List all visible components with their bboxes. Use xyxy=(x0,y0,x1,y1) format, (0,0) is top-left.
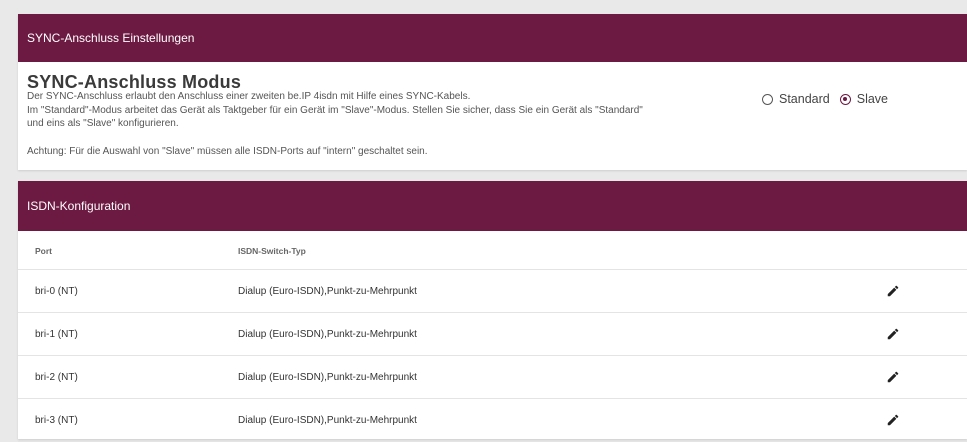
isdn-config-panel: ISDN-Konfiguration Port ISDN-Switch-Typ … xyxy=(18,181,967,442)
row-switch-type: Dialup (Euro-ISDN),Punkt-zu-Mehrpunkt xyxy=(238,285,417,297)
sync-settings-panel: SYNC-Anschluss Einstellungen SYNC-Anschl… xyxy=(18,14,967,170)
row-port: bri-1 (NT) xyxy=(35,328,78,340)
edit-button[interactable] xyxy=(884,282,902,300)
row-switch-type: Dialup (Euro-ISDN),Punkt-zu-Mehrpunkt xyxy=(238,328,417,340)
sync-panel-body: SYNC-Anschluss Modus Der SYNC-Anschluss … xyxy=(18,62,967,170)
edit-button[interactable] xyxy=(884,325,902,343)
sync-mode-description: Der SYNC-Anschluss erlaubt den Anschluss… xyxy=(27,90,647,131)
table-row: bri-3 (NT) Dialup (Euro-ISDN),Punkt-zu-M… xyxy=(18,399,967,442)
table-row: bri-2 (NT) Dialup (Euro-ISDN),Punkt-zu-M… xyxy=(18,356,967,399)
row-switch-type: Dialup (Euro-ISDN),Punkt-zu-Mehrpunkt xyxy=(238,414,417,426)
edit-button[interactable] xyxy=(884,411,902,429)
table-header-row: Port ISDN-Switch-Typ xyxy=(18,233,967,270)
pencil-icon[interactable] xyxy=(886,413,900,427)
edit-button[interactable] xyxy=(884,368,902,386)
sync-desc-line2: Im "Standard"-Modus arbeitet das Gerät a… xyxy=(27,104,643,130)
table-row: bri-1 (NT) Dialup (Euro-ISDN),Punkt-zu-M… xyxy=(18,313,967,356)
row-switch-type: Dialup (Euro-ISDN),Punkt-zu-Mehrpunkt xyxy=(238,371,417,383)
radio-slave-label[interactable]: Slave xyxy=(857,92,888,106)
isdn-panel-title: ISDN-Konfiguration xyxy=(27,199,131,213)
radio-slave[interactable]: Slave xyxy=(839,92,888,106)
sync-mode-radio-group: Standard Slave xyxy=(762,92,898,106)
sync-panel-title: SYNC-Anschluss Einstellungen xyxy=(27,31,195,45)
table-row: bri-0 (NT) Dialup (Euro-ISDN),Punkt-zu-M… xyxy=(18,270,967,313)
radio-standard-label[interactable]: Standard xyxy=(779,92,830,106)
row-port: bri-3 (NT) xyxy=(35,414,78,426)
pencil-icon[interactable] xyxy=(886,284,900,298)
sync-mode-warning: Achtung: Für die Auswahl von "Slave" müs… xyxy=(27,146,428,157)
sync-desc-line1: Der SYNC-Anschluss erlaubt den Anschluss… xyxy=(27,91,471,102)
row-port: bri-0 (NT) xyxy=(35,285,78,297)
radio-standard-circle[interactable] xyxy=(762,93,773,105)
column-header-switch-type: ISDN-Switch-Typ xyxy=(238,246,306,256)
sync-panel-header: SYNC-Anschluss Einstellungen xyxy=(18,14,967,62)
radio-slave-circle[interactable] xyxy=(839,93,851,105)
isdn-panel-header: ISDN-Konfiguration xyxy=(18,181,967,231)
isdn-table: Port ISDN-Switch-Typ bri-0 (NT) Dialup (… xyxy=(18,233,967,442)
pencil-icon[interactable] xyxy=(886,327,900,341)
row-port: bri-2 (NT) xyxy=(35,371,78,383)
radio-standard[interactable]: Standard xyxy=(762,92,830,106)
pencil-icon[interactable] xyxy=(886,370,900,384)
column-header-port: Port xyxy=(35,246,52,256)
